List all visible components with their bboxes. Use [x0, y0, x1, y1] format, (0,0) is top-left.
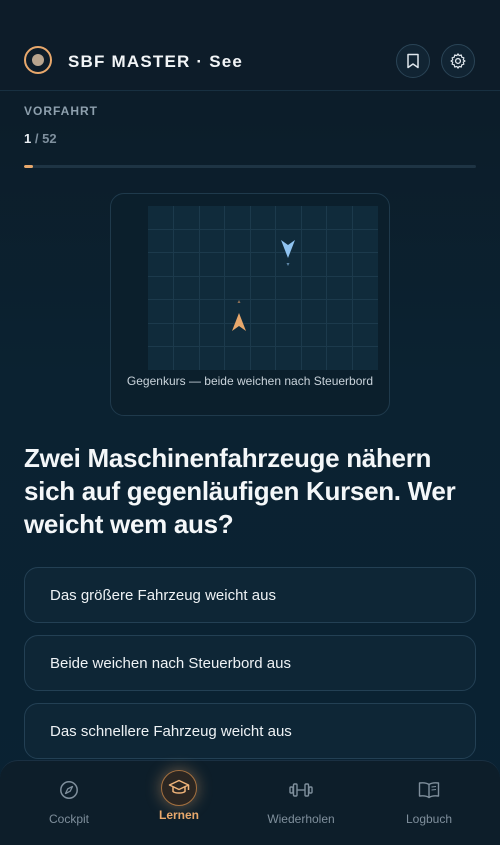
- diagram-caption: Gegenkurs — beide weichen nach Steuerbor…: [126, 374, 374, 388]
- book-icon: [414, 775, 444, 805]
- settings-button[interactable]: [441, 44, 475, 78]
- app-title: SBF MASTER · See: [68, 52, 244, 71]
- nav-label-cockpit: Cockpit: [48, 812, 89, 826]
- app-root: SBF MASTER · See VORFAHRT 1 / 52 Gegenku…: [0, 0, 500, 845]
- nav-label-lernen: Lernen: [158, 808, 199, 822]
- nav-label-logbuch: Logbuch: [405, 812, 453, 826]
- gear-icon: [450, 53, 466, 69]
- nav-item-cockpit[interactable]: Cockpit: [14, 761, 124, 845]
- situation-diagram: [148, 206, 378, 370]
- question-counter: 1 / 52: [24, 131, 57, 146]
- progress-bar: [24, 165, 476, 168]
- compass-ring-logo: [24, 46, 52, 74]
- question-category: VORFAHRT: [24, 104, 98, 118]
- compass-icon: [54, 775, 84, 805]
- nav-item-lernen[interactable]: Lernen: [124, 761, 234, 845]
- graduation-cap-icon: [161, 770, 197, 806]
- nav-item-logbuch[interactable]: Logbuch: [374, 761, 484, 845]
- diagram-water: [148, 206, 378, 370]
- bottom-navigation: Cockpit Lernen Wiederholen Logbuch: [0, 760, 500, 845]
- question-text: Zwei Maschinenfahrzeuge nähern sich auf …: [24, 443, 456, 539]
- nav-label-wiederholen: Wiederholen: [267, 812, 335, 826]
- answer-option[interactable]: Das schnellere Fahrzeug weicht aus: [24, 703, 476, 759]
- question-total: / 52: [34, 131, 57, 146]
- question-current: 1: [24, 131, 32, 146]
- answer-option[interactable]: Das größere Fahrzeug weicht aus: [24, 567, 476, 623]
- nav-item-wiederholen[interactable]: Wiederholen: [246, 761, 356, 845]
- app-header: SBF MASTER · See: [0, 0, 500, 91]
- answer-option[interactable]: Beide weichen nach Steuerbord aus: [24, 635, 476, 691]
- situation-diagram-card: Gegenkurs — beide weichen nach Steuerbor…: [110, 193, 390, 416]
- dumbbell-icon: [286, 775, 316, 805]
- bookmark-button[interactable]: [396, 44, 430, 78]
- progress-fill: [24, 165, 33, 168]
- bookmark-icon: [407, 53, 419, 69]
